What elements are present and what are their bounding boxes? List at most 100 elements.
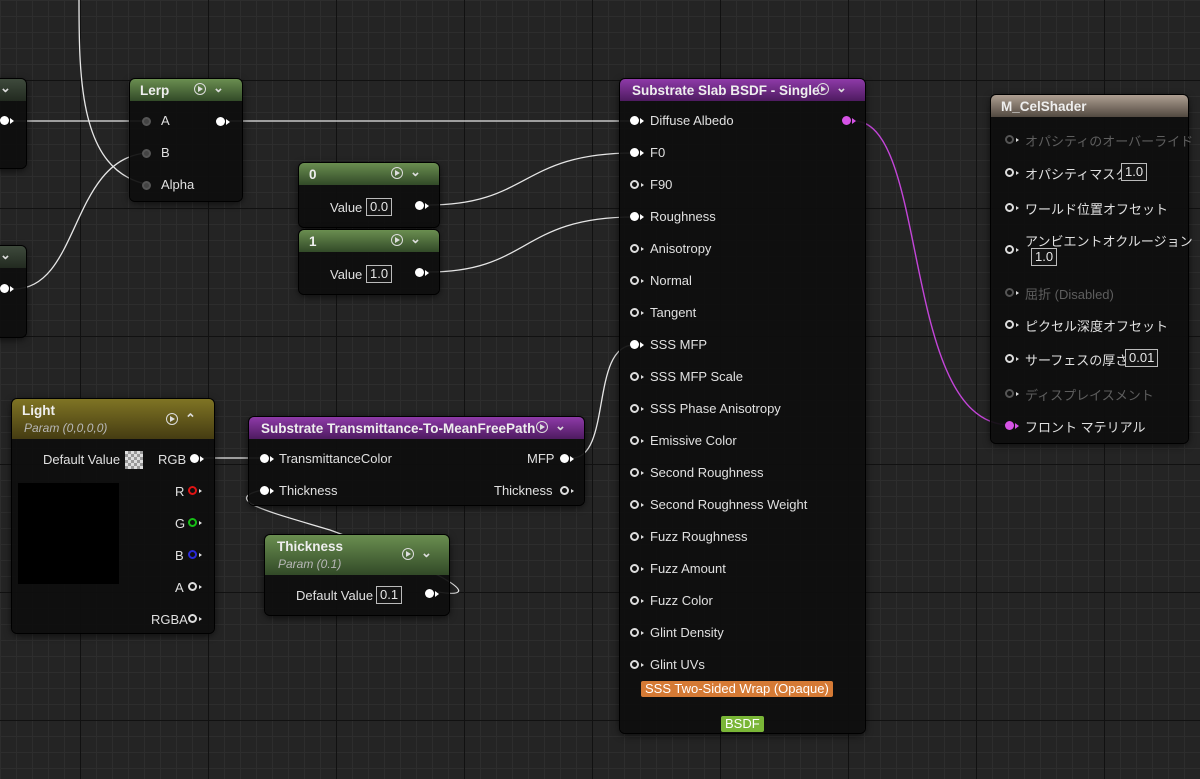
slab-label-anisotropy: Anisotropy — [650, 241, 712, 256]
slab-header[interactable]: Substrate Slab BSDF - Single ⌄ — [620, 79, 865, 101]
slab-label-f90: F90 — [650, 177, 673, 192]
slab-pin-tangent[interactable] — [630, 308, 644, 317]
slab-pin-fuzz-amount[interactable] — [630, 564, 644, 573]
thickness-header[interactable]: Thickness Param (0.1) ⌄ — [265, 535, 449, 575]
material-thickness-value[interactable]: 0.01 — [1125, 349, 1159, 367]
slab-output-pin[interactable] — [842, 116, 856, 125]
slab-pin-sss-mfp[interactable] — [630, 340, 644, 349]
play-icon — [166, 413, 178, 425]
light-header[interactable]: Light Param (0,0,0,0) ⌃ — [12, 399, 214, 439]
material-header[interactable]: M_CelShader — [991, 95, 1188, 117]
lerp-header[interactable]: Lerp ⌄ — [130, 79, 242, 101]
material-pin-thickness[interactable] — [1005, 354, 1019, 363]
slab-pin-second-roughness[interactable] — [630, 468, 644, 477]
light-output-b-pin[interactable] — [188, 550, 202, 559]
slab-pin-second-roughness-weight[interactable] — [630, 500, 644, 509]
lerp-node[interactable]: Lerp ⌄ A B Alpha — [130, 79, 242, 201]
wire-to-lerp-b — [13, 152, 147, 290]
transmittance-color-input-pin[interactable] — [260, 454, 274, 463]
chevron-down-icon: ⌄ — [410, 164, 421, 179]
thickness-subtitle: Param (0.1) — [278, 557, 342, 571]
offscreen-node-bottom[interactable]: ⌄ — [0, 246, 26, 337]
material-label-front-material: フロント マテリアル — [1025, 420, 1146, 435]
constant-1-value-input[interactable]: 1.0 — [366, 265, 393, 283]
slab-pin-sss-phase-anisotropy[interactable] — [630, 404, 644, 413]
light-param-node[interactable]: Light Param (0,0,0,0) ⌃ Default Value RG… — [12, 399, 214, 633]
lerp-input-alpha-pin[interactable] — [142, 181, 151, 190]
light-output-r-pin[interactable] — [188, 486, 202, 495]
material-ao-value[interactable]: 1.0 — [1031, 248, 1058, 266]
offscreen-node-top[interactable]: ⌄ — [0, 79, 26, 168]
play-icon — [391, 167, 403, 179]
slab-label-fuzz-roughness: Fuzz Roughness — [650, 529, 748, 544]
thickness-value-input[interactable]: 0.1 — [376, 586, 403, 604]
slab-label-tangent: Tangent — [650, 305, 697, 320]
constant-0-header[interactable]: 0 ⌄ — [299, 163, 439, 185]
wire-const1-to-roughness — [427, 216, 635, 273]
offscreen-output-pin[interactable] — [0, 116, 14, 125]
slab-pin-glint-density[interactable] — [630, 628, 644, 637]
material-pin-opacity-override[interactable] — [1005, 135, 1019, 144]
material-pin-world-offset[interactable] — [1005, 203, 1019, 212]
constant-1-node[interactable]: 1 ⌄ Value 1.0 — [299, 230, 439, 294]
chevron-down-icon: ⌄ — [421, 545, 432, 560]
light-output-a-pin[interactable] — [188, 582, 202, 591]
slab-pin-fuzz-color[interactable] — [630, 596, 644, 605]
transmittance-node[interactable]: Substrate Transmittance-To-MeanFreePath … — [249, 417, 584, 505]
material-result-node[interactable]: M_CelShader オパシティのオーバーライド オパシティマスク 1.0 ワ… — [991, 95, 1193, 443]
light-output-rgba-label: RGBA — [151, 612, 188, 627]
color-preview-swatch[interactable] — [18, 483, 119, 584]
transmittance-header[interactable]: Substrate Transmittance-To-MeanFreePath … — [249, 417, 584, 439]
slab-pin-glint-uvs[interactable] — [630, 660, 644, 669]
material-pin-opacity-mask[interactable] — [1005, 168, 1019, 177]
thickness-output-pin[interactable] — [425, 589, 439, 598]
slab-label-normal: Normal — [650, 273, 692, 288]
constant-0-output-pin[interactable] — [415, 201, 429, 210]
slab-label-emissive-color: Emissive Color — [650, 433, 737, 448]
checker-swatch-icon[interactable] — [125, 451, 143, 469]
constant-0-value-input[interactable]: 0.0 — [366, 198, 393, 216]
light-output-g-pin[interactable] — [188, 518, 202, 527]
material-pin-ao[interactable] — [1005, 245, 1019, 254]
slab-pin-emissive-color[interactable] — [630, 436, 644, 445]
slab-pin-anisotropy[interactable] — [630, 244, 644, 253]
constant-1-output-pin[interactable] — [415, 268, 429, 277]
slab-label-f0: F0 — [650, 145, 666, 160]
slab-bsdf-node[interactable]: Substrate Slab BSDF - Single ⌄ Diffuse A… — [620, 79, 865, 733]
slab-pin-roughness[interactable] — [630, 212, 644, 221]
material-label-refraction: 屈折 (Disabled) — [1025, 287, 1114, 302]
wire-const0-to-f0 — [427, 152, 635, 206]
material-pin-pixel-depth[interactable] — [1005, 320, 1019, 329]
material-pin-refraction[interactable] — [1005, 288, 1019, 297]
slab-pin-normal[interactable] — [630, 276, 644, 285]
lerp-title: Lerp — [140, 83, 170, 98]
constant-0-node[interactable]: 0 ⌄ Value 0.0 — [299, 163, 439, 227]
slab-pin-sss-mfp-scale[interactable] — [630, 372, 644, 381]
light-output-rgba-pin[interactable] — [188, 614, 202, 623]
thickness-title: Thickness — [277, 539, 344, 554]
slab-label-roughness: Roughness — [650, 209, 716, 224]
slab-pin-fuzz-roughness[interactable] — [630, 532, 644, 541]
thickness-param-node[interactable]: Thickness Param (0.1) ⌄ Default Value 0.… — [265, 535, 449, 615]
slab-pin-f0[interactable] — [630, 148, 644, 157]
slab-pin-diffuse-albedo[interactable] — [630, 116, 644, 125]
chevron-up-icon: ⌃ — [185, 411, 196, 426]
lerp-output-pin[interactable] — [216, 117, 230, 126]
light-output-rgb-pin[interactable] — [190, 454, 204, 463]
material-label-pixel-depth: ピクセル深度オフセット — [1025, 319, 1169, 334]
lerp-input-b-pin[interactable] — [142, 149, 151, 158]
slab-pin-f90[interactable] — [630, 180, 644, 189]
lerp-input-a-label: A — [161, 113, 170, 128]
thickness-input-pin[interactable] — [260, 486, 274, 495]
material-pin-front-material[interactable] — [1005, 421, 1019, 430]
mfp-output-pin[interactable] — [560, 454, 574, 463]
chevron-down-icon: ⌄ — [410, 231, 421, 246]
material-opacity-mask-value[interactable]: 1.0 — [1121, 163, 1148, 181]
slab-label-fuzz-amount: Fuzz Amount — [650, 561, 726, 576]
thickness-output-pin[interactable] — [560, 486, 574, 495]
lerp-input-a-pin[interactable] — [142, 117, 151, 126]
material-pin-displacement[interactable] — [1005, 389, 1019, 398]
offscreen-output-pin-2[interactable] — [0, 284, 14, 293]
constant-1-header[interactable]: 1 ⌄ — [299, 230, 439, 252]
slab-label-second-roughness: Second Roughness — [650, 465, 764, 480]
